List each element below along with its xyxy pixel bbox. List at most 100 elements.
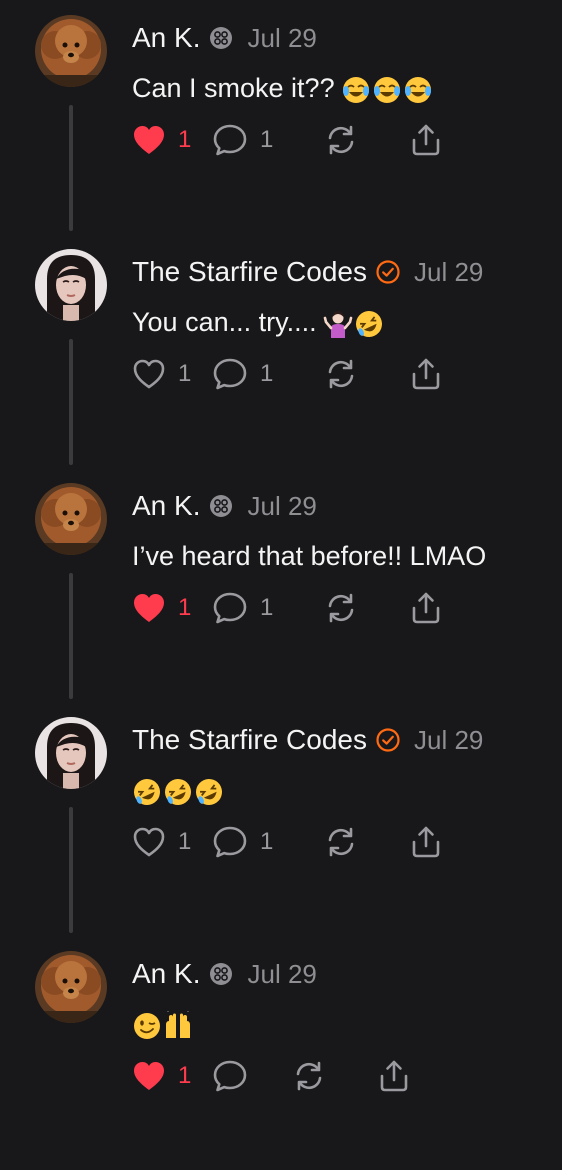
- action-bar: 1 1: [132, 590, 450, 626]
- like-button[interactable]: 1: [132, 356, 212, 392]
- reply-count: 1: [260, 828, 274, 855]
- rolling-laughing-emoji-icon: [163, 777, 193, 807]
- thread-line: [69, 105, 73, 231]
- rolling-laughing-emoji-icon: [132, 777, 162, 807]
- comment: The Starfire Codes Jul 29 You can... try…: [0, 234, 562, 468]
- like-button[interactable]: 1: [132, 122, 212, 158]
- comment: An K. Jul 29 I’ve heard that before!! LM…: [0, 468, 562, 702]
- share-button[interactable]: [410, 356, 450, 392]
- author-name[interactable]: An K.: [132, 490, 200, 522]
- speech-bubble-icon: [212, 357, 248, 391]
- avatar[interactable]: [35, 249, 107, 321]
- comment: The Starfire Codes Jul 29 1 1: [0, 702, 562, 936]
- emoji-group: [341, 75, 434, 105]
- repost-button[interactable]: [324, 356, 410, 392]
- comment-text: I’ve heard that before!! LMAO: [132, 536, 486, 576]
- avatar[interactable]: [35, 717, 107, 789]
- crossed-circle-badge-icon: [209, 26, 233, 50]
- reply-count: 1: [260, 126, 274, 153]
- comment-header: The Starfire Codes Jul 29: [132, 252, 483, 292]
- avatar[interactable]: [35, 483, 107, 555]
- share-button[interactable]: [410, 590, 450, 626]
- speech-bubble-icon: [212, 825, 248, 859]
- share-button[interactable]: [378, 1058, 418, 1094]
- reply-count: 1: [260, 594, 274, 621]
- author-name[interactable]: The Starfire Codes: [132, 724, 367, 756]
- tears-of-joy-emoji-icon: [372, 75, 402, 105]
- heart-outline-icon: [132, 826, 166, 858]
- share-button[interactable]: [410, 824, 450, 860]
- reply-button[interactable]: 1: [212, 356, 324, 392]
- comment-date: Jul 29: [247, 958, 317, 989]
- comment-date: Jul 29: [414, 724, 484, 755]
- avatar[interactable]: [35, 15, 107, 87]
- comment-date: Jul 29: [414, 256, 484, 287]
- like-count: 1: [178, 126, 192, 153]
- repost-button[interactable]: [324, 122, 410, 158]
- reply-button[interactable]: 1: [212, 122, 324, 158]
- repost-button[interactable]: [324, 590, 410, 626]
- repost-arrows-icon: [324, 358, 358, 390]
- like-count: 1: [178, 1062, 192, 1089]
- heart-filled-icon: [132, 592, 166, 624]
- like-button[interactable]: 1: [132, 590, 212, 626]
- repost-button[interactable]: [292, 1058, 378, 1094]
- comment-text: You can... try....: [132, 302, 385, 342]
- tears-of-joy-emoji-icon: [403, 75, 433, 105]
- repost-arrows-icon: [292, 1060, 326, 1092]
- like-button[interactable]: 1: [132, 824, 212, 860]
- reply-button[interactable]: 1: [212, 590, 324, 626]
- comment-date: Jul 29: [247, 490, 317, 521]
- comment: An K. Jul 29 Can I smoke it?? 1 1: [0, 0, 562, 234]
- share-button[interactable]: [410, 122, 450, 158]
- share-upload-icon: [378, 1059, 410, 1093]
- action-bar: 1 1: [132, 356, 450, 392]
- like-count: 1: [178, 828, 192, 855]
- verified-check-icon: [376, 728, 400, 752]
- comment-text: Can I smoke it??: [132, 68, 434, 108]
- comment-header: An K. Jul 29: [132, 18, 317, 58]
- share-upload-icon: [410, 123, 442, 157]
- crossed-circle-badge-icon: [209, 962, 233, 986]
- raising-hands-emoji-icon: [163, 1011, 193, 1041]
- thread-line: [69, 807, 73, 933]
- comment-text: [132, 770, 225, 810]
- comment-body: You can... try....: [132, 307, 317, 337]
- reply-button[interactable]: [212, 1058, 292, 1094]
- share-upload-icon: [410, 825, 442, 859]
- avatar[interactable]: [35, 951, 107, 1023]
- repost-arrows-icon: [324, 592, 358, 624]
- reply-button[interactable]: 1: [212, 824, 324, 860]
- tears-of-joy-emoji-icon: [341, 75, 371, 105]
- like-button[interactable]: 1: [132, 1058, 212, 1094]
- emoji-group: [132, 777, 225, 807]
- repost-arrows-icon: [324, 124, 358, 156]
- comment-header: An K. Jul 29: [132, 486, 317, 526]
- heart-filled-icon: [132, 124, 166, 156]
- comment-header: An K. Jul 29: [132, 954, 317, 994]
- emoji-group: [323, 309, 385, 339]
- like-count: 1: [178, 360, 192, 387]
- heart-outline-icon: [132, 358, 166, 390]
- comment-text: [132, 1004, 194, 1044]
- author-name[interactable]: An K.: [132, 958, 200, 990]
- action-bar: 1 1: [132, 824, 450, 860]
- speech-bubble-icon: [212, 123, 248, 157]
- author-name[interactable]: The Starfire Codes: [132, 256, 367, 288]
- comment: An K. Jul 29 1: [0, 936, 562, 1170]
- heart-filled-icon: [132, 1060, 166, 1092]
- speech-bubble-icon: [212, 591, 248, 625]
- repost-button[interactable]: [324, 824, 410, 860]
- comment-header: The Starfire Codes Jul 29: [132, 720, 483, 760]
- thread-line: [69, 573, 73, 699]
- author-name[interactable]: An K.: [132, 22, 200, 54]
- crossed-circle-badge-icon: [209, 494, 233, 518]
- share-upload-icon: [410, 591, 442, 625]
- action-bar: 1 1: [132, 122, 450, 158]
- action-bar: 1: [132, 1058, 418, 1094]
- repost-arrows-icon: [324, 826, 358, 858]
- comment-body: I’ve heard that before!! LMAO: [132, 541, 487, 571]
- emoji-group: [132, 1011, 194, 1041]
- comment-body: Can I smoke it??: [132, 73, 335, 103]
- speech-bubble-icon: [212, 1059, 248, 1093]
